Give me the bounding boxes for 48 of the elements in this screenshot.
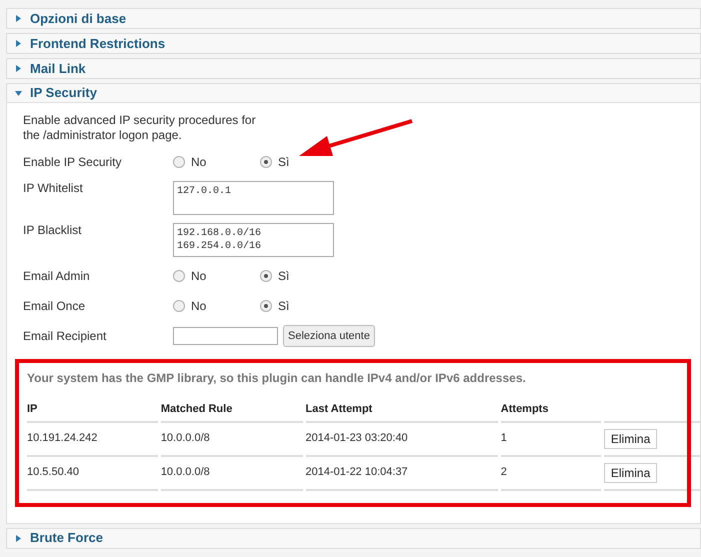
caret-right-icon — [15, 15, 22, 22]
radio-label: Sì — [278, 298, 290, 315]
table-cell: 10.5.50.40 — [27, 456, 158, 490]
table-cell: 1 — [500, 422, 601, 456]
field-label: Email Once — [23, 298, 86, 314]
notice-text: Your system has the GMP library, so this plugin can handle IPv4 and/or IPv6 addresses. — [27, 370, 527, 387]
delete-button[interactable]: Elimina — [604, 428, 658, 448]
caret-right-icon — [15, 534, 22, 542]
field-label: Email Admin — [23, 268, 91, 284]
radio-label: No — [191, 268, 206, 285]
radio-button[interactable] — [173, 300, 185, 312]
field-label: Email Recipient — [23, 328, 108, 344]
input-field[interactable] — [173, 327, 278, 345]
table-cell: 2014-01-23 03:20:40 — [306, 422, 498, 456]
delete-button[interactable]: Elimina — [604, 462, 658, 482]
table-cell: 2 — [500, 456, 601, 490]
radio-button[interactable] — [173, 156, 185, 168]
table-cell: 10.191.24.242 — [27, 422, 158, 456]
field-label: IP Blacklist — [23, 223, 82, 238]
panel-header[interactable]: Frontend Restrictions — [7, 34, 700, 53]
field-label: IP Whitelist — [23, 181, 84, 196]
radio-button[interactable] — [260, 300, 272, 312]
column-header: Attempts — [500, 401, 601, 422]
radio-label: No — [191, 298, 206, 315]
radio-label: Sì — [278, 154, 290, 171]
radio-button[interactable] — [173, 270, 185, 282]
column-header: Last Attempt — [306, 401, 498, 422]
panel-header[interactable]: Mail Link — [7, 59, 700, 78]
radio-label: No — [191, 154, 206, 171]
field-label: Enable IP Security — [23, 154, 123, 170]
table-cell: 10.0.0.0/8 — [160, 422, 303, 456]
caret-down-icon — [15, 90, 22, 96]
caret-right-icon — [15, 40, 22, 47]
caret-right-icon — [15, 65, 22, 72]
radio-label: Sì — [278, 268, 290, 285]
radio-button[interactable] — [260, 270, 272, 282]
panel-header[interactable]: Opzioni di base — [7, 9, 700, 28]
select-user-button[interactable]: Seleziona utente — [283, 325, 375, 347]
table-cell: 10.0.0.0/8 — [160, 456, 303, 490]
description: Enable advanced IP security procedures for the /administrator logon page. — [23, 113, 257, 143]
radio-button[interactable] — [260, 156, 272, 168]
column-header: Matched Rule — [160, 401, 303, 422]
panel-header[interactable]: IP Security — [7, 84, 700, 103]
panel-header[interactable]: Brute Force — [7, 528, 700, 548]
table-cell: 2014-01-22 10:04:37 — [306, 456, 498, 490]
text-area[interactable]: 192.168.0.0/16 169.254.0.0/16 — [173, 223, 334, 257]
column-header: IP — [27, 401, 158, 422]
text-area[interactable]: 127.0.0.1 — [173, 181, 334, 215]
